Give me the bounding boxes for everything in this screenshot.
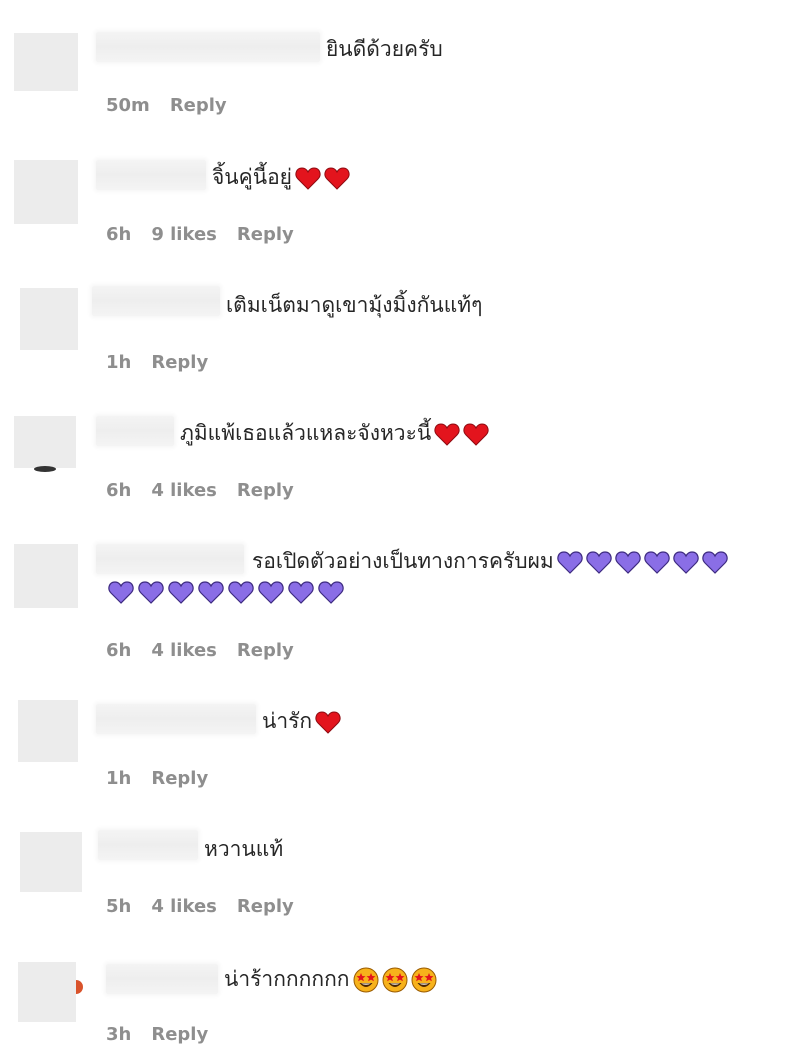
purple-heart-icon bbox=[288, 580, 314, 608]
timestamp: 6h bbox=[106, 480, 132, 501]
star-struck-icon bbox=[382, 967, 408, 993]
username-blurred[interactable] bbox=[96, 704, 256, 734]
purple-heart-icon bbox=[198, 580, 224, 608]
comment-text-second-line bbox=[108, 580, 348, 608]
comment-text: น่าร้ากกกกกก bbox=[224, 962, 437, 996]
comment-text-content: จิ้นคู่นี้อยู่ bbox=[212, 165, 292, 189]
comment-meta: 1h Reply bbox=[106, 768, 228, 789]
comment-8: น่าร้ากกกกกก 3h Reply bbox=[0, 0, 800, 1045]
purple-heart-icon bbox=[228, 580, 254, 608]
timestamp: 6h bbox=[106, 640, 132, 661]
comment-meta: 5h 4 likes Reply bbox=[106, 896, 314, 917]
avatar[interactable] bbox=[14, 544, 78, 608]
purple-heart-icon bbox=[557, 550, 583, 574]
username-blurred[interactable] bbox=[96, 416, 174, 446]
red-heart-icon bbox=[434, 422, 460, 446]
likes-count[interactable]: 4 likes bbox=[151, 640, 217, 661]
timestamp: 1h bbox=[106, 768, 132, 789]
reply-button[interactable]: Reply bbox=[237, 896, 294, 917]
purple-heart-icon bbox=[615, 550, 641, 574]
avatar[interactable] bbox=[14, 416, 76, 468]
purple-heart-icon bbox=[586, 550, 612, 574]
star-struck-icon bbox=[353, 967, 379, 993]
purple-heart-icon bbox=[702, 550, 728, 574]
likes-count[interactable]: 9 likes bbox=[151, 224, 217, 245]
comment-text: หวานแท้ bbox=[204, 832, 283, 866]
comment-text-content: น่าร้ากกกกกก bbox=[224, 967, 350, 991]
purple-heart-icon bbox=[673, 550, 699, 574]
timestamp: 1h bbox=[106, 352, 132, 373]
comment-meta: 3h Reply bbox=[106, 1024, 228, 1045]
timestamp: 3h bbox=[106, 1024, 132, 1045]
avatar-partial bbox=[76, 980, 83, 994]
timestamp: 5h bbox=[106, 896, 132, 917]
comment-text: ภูมิแพ้เธอแล้วแหละจังหวะนี้ bbox=[180, 416, 489, 450]
reply-button[interactable]: Reply bbox=[151, 352, 208, 373]
comment-text: น่ารัก bbox=[262, 704, 341, 738]
reply-button[interactable]: Reply bbox=[151, 768, 208, 789]
likes-count[interactable]: 4 likes bbox=[151, 896, 217, 917]
likes-count[interactable]: 4 likes bbox=[151, 480, 217, 501]
avatar[interactable] bbox=[18, 962, 76, 1022]
comment-meta: 6h 4 likes Reply bbox=[106, 480, 314, 501]
username-blurred[interactable] bbox=[106, 964, 218, 994]
timestamp: 6h bbox=[106, 224, 132, 245]
avatar[interactable] bbox=[18, 700, 78, 762]
reply-button[interactable]: Reply bbox=[237, 640, 294, 661]
purple-heart-icon bbox=[168, 580, 194, 608]
comment-text-content: หวานแท้ bbox=[204, 837, 284, 861]
username-blurred[interactable] bbox=[96, 160, 206, 190]
comment-text-content: ภูมิแพ้เธอแล้วแหละจังหวะนี้ bbox=[180, 421, 432, 445]
username-blurred[interactable] bbox=[98, 830, 198, 860]
username-blurred[interactable] bbox=[96, 544, 244, 574]
comment-text: รอเปิดตัวอย่างเป็นทางการครับผม bbox=[252, 544, 728, 578]
purple-heart-icon bbox=[108, 580, 134, 608]
avatar[interactable] bbox=[20, 832, 82, 892]
username-blurred[interactable] bbox=[92, 286, 220, 316]
comment-text-content: น่ารัก bbox=[262, 709, 313, 733]
purple-heart-icon bbox=[318, 580, 344, 608]
purple-heart-icon bbox=[644, 550, 670, 574]
comment-meta: 6h 4 likes Reply bbox=[106, 640, 314, 661]
comment-text-content: เติมเน็ตมาดูเขามุ้งมิ้งกันแท้ๆ bbox=[226, 293, 483, 317]
red-heart-icon bbox=[324, 166, 350, 190]
reply-button[interactable]: Reply bbox=[237, 480, 294, 501]
avatar[interactable] bbox=[14, 160, 78, 224]
comment-text-content: รอเปิดตัวอย่างเป็นทางการครับผม bbox=[252, 549, 554, 573]
comment-text: เติมเน็ตมาดูเขามุ้งมิ้งกันแท้ๆ bbox=[226, 288, 482, 322]
avatar[interactable] bbox=[20, 288, 78, 350]
comment-meta: 1h Reply bbox=[106, 352, 228, 373]
reply-button[interactable]: Reply bbox=[237, 224, 294, 245]
avatar-partial bbox=[34, 466, 56, 472]
red-heart-icon bbox=[463, 422, 489, 446]
reply-button[interactable]: Reply bbox=[151, 1024, 208, 1045]
purple-heart-icon bbox=[138, 580, 164, 608]
purple-heart-icon bbox=[258, 580, 284, 608]
comment-meta: 6h 9 likes Reply bbox=[106, 224, 314, 245]
star-struck-icon bbox=[411, 967, 437, 993]
red-heart-icon bbox=[315, 710, 341, 734]
comment-text: จิ้นคู่นี้อยู่ bbox=[212, 160, 350, 194]
red-heart-icon bbox=[295, 166, 321, 190]
